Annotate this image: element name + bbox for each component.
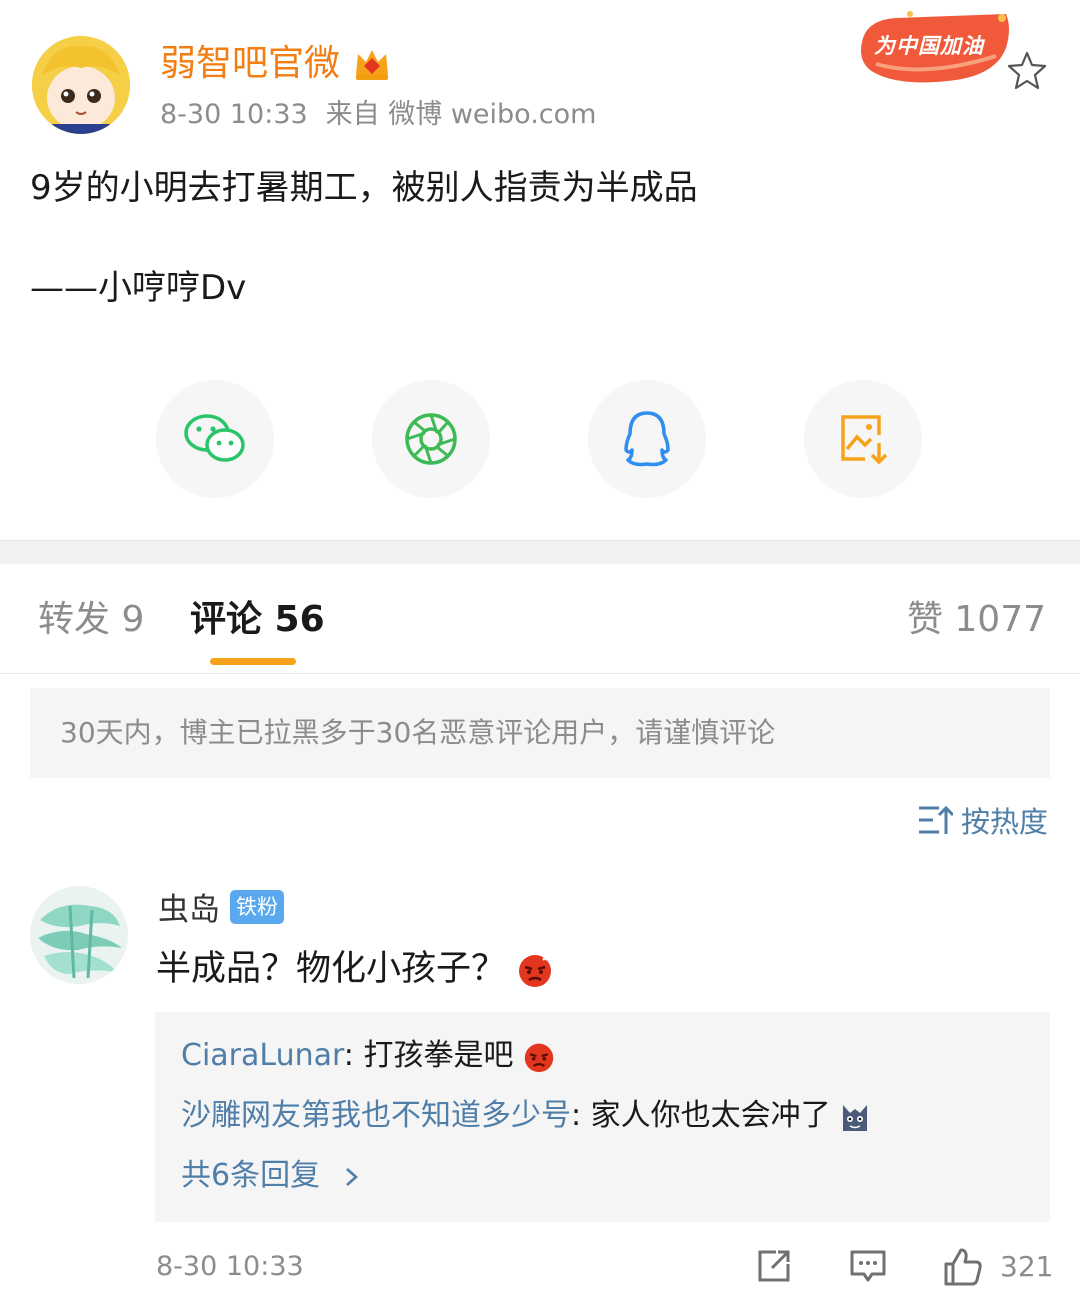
badge-label: 为中国加油 — [874, 34, 984, 58]
tab-repost[interactable]: 转发 9 — [38, 594, 144, 646]
sort-by-hot-button[interactable]: 按热度 — [917, 800, 1048, 840]
reply-item: CiaraLunar: 打孩拳是吧 — [181, 1034, 555, 1078]
section-divider — [0, 540, 1080, 564]
comment-text: 半成品？物化小孩子？ — [156, 949, 507, 989]
commenter-avatar[interactable] — [30, 886, 128, 984]
event-badge[interactable]: 为中国加油 — [856, 8, 1014, 88]
star-favorite-icon[interactable] — [1006, 50, 1048, 90]
save-image-button[interactable] — [804, 380, 922, 498]
reply-user[interactable]: 沙雕网友第我也不知道多少号 — [181, 1098, 571, 1133]
repost-comment-icon[interactable] — [754, 1246, 794, 1286]
active-tab-indicator — [210, 658, 296, 665]
reply-item: 沙雕网友第我也不知道多少号: 家人你也太会冲了 — [181, 1094, 870, 1138]
tab-comment[interactable]: 评论 56 — [190, 594, 325, 646]
comment-notice: 30天内，博主已拉黑多于30名恶意评论用户，请谨慎评论 — [30, 688, 1050, 778]
reply-separator: : — [571, 1098, 591, 1133]
share-wechat-button[interactable] — [156, 380, 274, 498]
fan-tag: 铁粉 — [230, 890, 284, 924]
crown-vip-icon — [356, 50, 388, 80]
angry-face-icon — [519, 955, 552, 987]
post-meta: 8-30 10:33 来自 微博 weibo.com — [160, 96, 614, 134]
reply-comment-icon[interactable] — [848, 1246, 888, 1286]
moments-icon — [405, 413, 457, 465]
comment-time: 8-30 10:33 — [156, 1251, 304, 1282]
reply-user[interactable]: CiaraLunar — [181, 1038, 344, 1073]
reply-text: 打孩拳是吧 — [363, 1038, 514, 1073]
notice-text: 30天内，博主已拉黑多于30名恶意评论用户，请谨慎评论 — [60, 716, 776, 749]
comment-like-count: 321 — [1000, 1250, 1054, 1283]
more-replies-link[interactable]: 共6条回复 — [181, 1154, 362, 1198]
post-body: 9岁的小明去打暑期工，被别人指责为半成品 — [30, 168, 698, 208]
sort-icon — [918, 805, 953, 834]
tab-bar: 转发 9 评论 56 赞 1077 — [0, 564, 1080, 674]
post-source: 来自 微博 weibo.com — [325, 99, 597, 130]
thumbs-up-icon[interactable] — [942, 1246, 984, 1288]
reply-separator: : — [343, 1038, 364, 1073]
author-avatar[interactable] — [32, 36, 130, 134]
angry-face-icon — [524, 1043, 554, 1072]
save-image-icon — [841, 415, 888, 465]
chevron-right-icon — [345, 1167, 358, 1186]
tab-likes[interactable]: 赞 1077 — [907, 594, 1046, 646]
post-time: 8-30 10:33 — [160, 99, 308, 130]
reply-text: 家人你也太会冲了 — [590, 1098, 831, 1133]
sort-label: 按热度 — [960, 805, 1048, 839]
reply-box[interactable]: CiaraLunar: 打孩拳是吧 沙雕网友第我也不知道多少号: 家人你也太会冲… — [155, 1012, 1050, 1222]
author-name[interactable]: 弱智吧官微 — [160, 40, 340, 88]
commenter-name[interactable]: 虫岛 — [158, 888, 220, 932]
post-signature: ——小哼哼Dv — [30, 268, 247, 308]
share-qq-button[interactable] — [588, 380, 706, 498]
cat-face-icon — [843, 1104, 868, 1131]
qq-icon — [624, 411, 670, 467]
share-moments-button[interactable] — [372, 380, 490, 498]
wechat-icon — [184, 414, 245, 462]
post-card: 弱智吧官微 8-30 10:33 来自 微博 weibo.com 为中国加油 9岁… — [0, 0, 1080, 540]
more-replies-label: 共6条回复 — [181, 1158, 321, 1193]
comment-body: 半成品？物化小孩子？ — [156, 944, 553, 994]
